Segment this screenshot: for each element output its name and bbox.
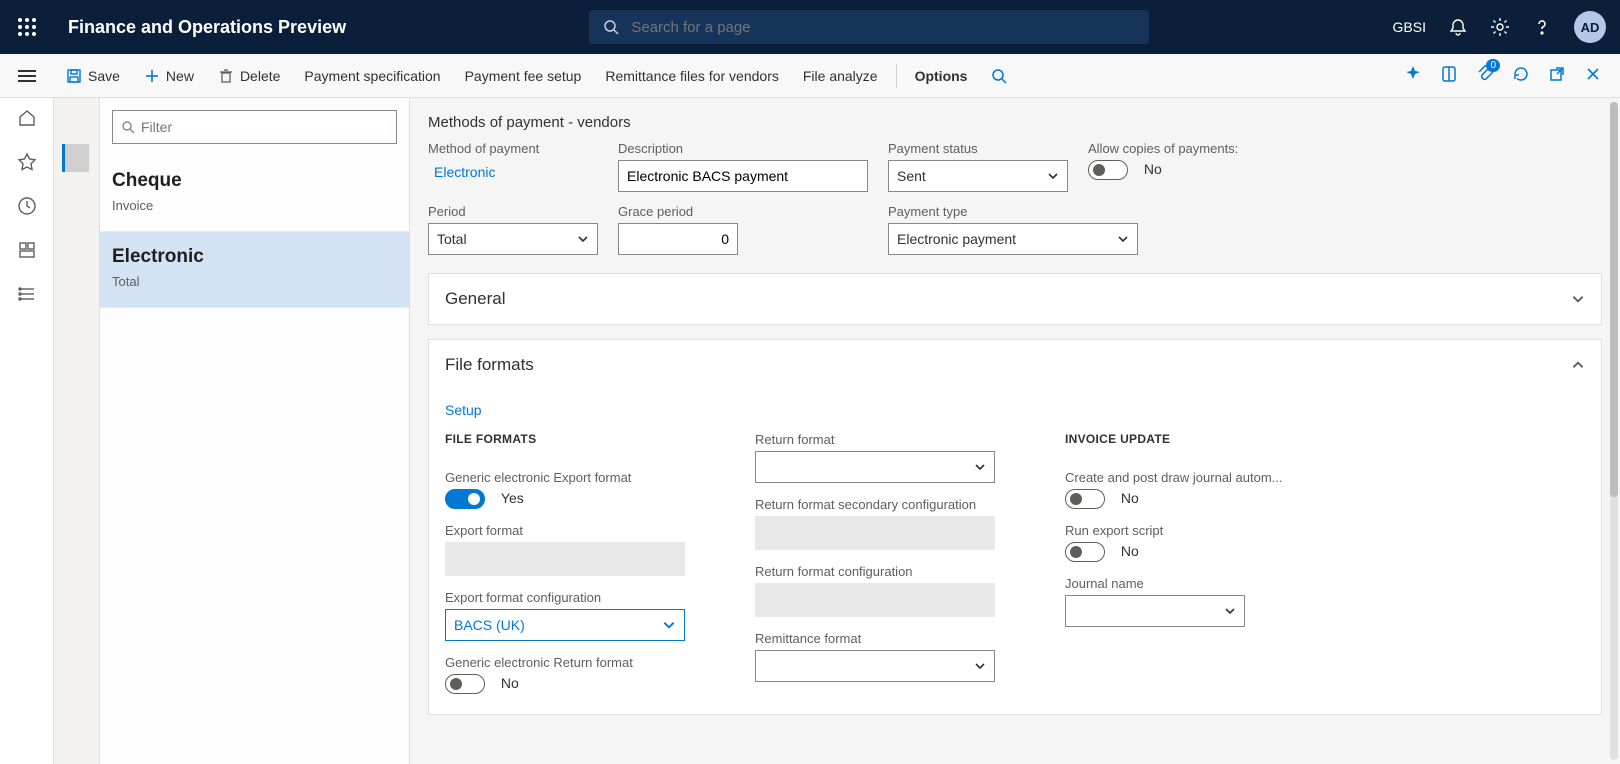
company-picker[interactable]: GBSI bbox=[1393, 19, 1426, 35]
chevron-down-icon bbox=[1571, 292, 1585, 306]
bell-icon[interactable] bbox=[1448, 17, 1468, 37]
journal-name-select[interactable] bbox=[1065, 595, 1245, 627]
toggle-value: No bbox=[501, 675, 519, 691]
copilot-icon[interactable] bbox=[1404, 65, 1422, 86]
list-item-title: Cheque bbox=[112, 170, 397, 192]
remittance-files-button[interactable]: Remittance files for vendors bbox=[593, 54, 791, 97]
file-formats-section-header[interactable]: File formats bbox=[429, 340, 1601, 390]
file-analyze-button[interactable]: File analyze bbox=[791, 54, 890, 97]
field-label: Grace period bbox=[618, 204, 738, 219]
description-input[interactable] bbox=[618, 160, 868, 192]
global-search[interactable] bbox=[589, 10, 1149, 44]
general-section-header[interactable]: General bbox=[429, 274, 1601, 324]
chevron-down-icon bbox=[577, 233, 589, 245]
export-format-config-select[interactable]: BACS (UK) bbox=[445, 609, 685, 641]
field-label: Allow copies of payments: bbox=[1088, 141, 1308, 156]
field-label: Generic electronic Return format bbox=[445, 655, 695, 670]
list-item-title: Electronic bbox=[112, 246, 397, 268]
field-label: Generic electronic Export format bbox=[445, 470, 695, 485]
chevron-down-icon bbox=[1047, 170, 1059, 182]
return-config-input bbox=[755, 583, 995, 617]
section-heading: FILE FORMATS bbox=[445, 432, 695, 446]
chevron-up-icon bbox=[1571, 358, 1585, 372]
list-filter-input[interactable] bbox=[141, 119, 388, 135]
help-icon[interactable] bbox=[1532, 17, 1552, 37]
allow-copies-toggle[interactable] bbox=[1088, 160, 1128, 180]
payment-status-select[interactable]: Sent bbox=[888, 160, 1068, 192]
chevron-down-icon bbox=[662, 618, 676, 632]
export-format-input bbox=[445, 542, 685, 576]
find-button[interactable] bbox=[979, 54, 1019, 97]
save-button[interactable]: Save bbox=[54, 54, 132, 97]
modules-icon[interactable] bbox=[17, 284, 37, 304]
field-label: Period bbox=[428, 204, 598, 219]
field-label: Payment type bbox=[888, 204, 1138, 219]
delete-button[interactable]: Delete bbox=[206, 54, 292, 97]
payment-specification-button[interactable]: Payment specification bbox=[292, 54, 452, 97]
new-button[interactable]: New bbox=[132, 54, 206, 97]
payment-type-select[interactable]: Electronic payment bbox=[888, 223, 1138, 255]
refresh-icon[interactable] bbox=[1512, 65, 1530, 86]
list-item[interactable]: Electronic Total bbox=[100, 232, 409, 308]
remittance-format-select[interactable] bbox=[755, 650, 995, 682]
generic-return-toggle[interactable] bbox=[445, 674, 485, 694]
toggle-value: No bbox=[1121, 543, 1139, 559]
list-item-sub: Invoice bbox=[112, 198, 397, 213]
return-format-select[interactable] bbox=[755, 451, 995, 483]
search-icon bbox=[121, 120, 135, 134]
gear-icon[interactable] bbox=[1490, 17, 1510, 37]
field-label: Return format secondary configuration bbox=[755, 497, 1005, 512]
field-label: Export format configuration bbox=[445, 590, 695, 605]
search-icon bbox=[603, 19, 619, 35]
field-label: Run export script bbox=[1065, 523, 1315, 538]
toggle-value: Yes bbox=[501, 490, 524, 506]
generic-export-toggle[interactable] bbox=[445, 489, 485, 509]
toggle-value: No bbox=[1121, 490, 1139, 506]
field-label: Method of payment bbox=[428, 141, 598, 156]
global-search-input[interactable] bbox=[631, 19, 1135, 36]
field-label: Journal name bbox=[1065, 576, 1315, 591]
chevron-down-icon bbox=[1224, 605, 1236, 617]
home-icon[interactable] bbox=[17, 108, 37, 128]
app-launcher-icon[interactable] bbox=[0, 17, 54, 37]
list-item-sub: Total bbox=[112, 274, 397, 289]
page-title: Methods of payment - vendors bbox=[428, 114, 1602, 131]
field-label: Create and post draw journal autom... bbox=[1065, 470, 1315, 485]
star-icon[interactable] bbox=[17, 152, 37, 172]
scrollbar[interactable] bbox=[1610, 102, 1618, 760]
grace-period-input[interactable] bbox=[618, 223, 738, 255]
recent-icon[interactable] bbox=[17, 196, 37, 216]
workspaces-icon[interactable] bbox=[17, 240, 37, 260]
hamburger-icon[interactable] bbox=[12, 70, 42, 82]
field-label: Return format bbox=[755, 432, 1005, 447]
field-label: Description bbox=[618, 141, 868, 156]
chevron-down-icon bbox=[1117, 233, 1129, 245]
chevron-down-icon bbox=[974, 660, 986, 672]
close-icon[interactable] bbox=[1584, 65, 1602, 86]
field-label: Payment status bbox=[888, 141, 1068, 156]
setup-link[interactable]: Setup bbox=[445, 402, 482, 418]
field-label: Return format configuration bbox=[755, 564, 1005, 579]
field-label: Remittance format bbox=[755, 631, 1005, 646]
list-filter[interactable] bbox=[112, 110, 397, 144]
section-heading: INVOICE UPDATE bbox=[1065, 432, 1315, 446]
payment-fee-setup-button[interactable]: Payment fee setup bbox=[453, 54, 594, 97]
toggle-value: No bbox=[1144, 161, 1162, 177]
field-label: Export format bbox=[445, 523, 695, 538]
period-select[interactable]: Total bbox=[428, 223, 598, 255]
page-options-icon[interactable] bbox=[1440, 65, 1458, 86]
return-secondary-input bbox=[755, 516, 995, 550]
run-export-toggle[interactable] bbox=[1065, 542, 1105, 562]
attachments-icon[interactable]: 0 bbox=[1476, 65, 1494, 86]
method-of-payment-link[interactable]: Electronic bbox=[428, 160, 598, 184]
avatar[interactable]: AD bbox=[1574, 11, 1606, 43]
list-view-icon[interactable] bbox=[62, 144, 89, 172]
list-item[interactable]: Cheque Invoice bbox=[100, 156, 409, 232]
options-button[interactable]: Options bbox=[903, 54, 980, 97]
create-post-toggle[interactable] bbox=[1065, 489, 1105, 509]
chevron-down-icon bbox=[974, 461, 986, 473]
popout-icon[interactable] bbox=[1548, 65, 1566, 86]
app-title: Finance and Operations Preview bbox=[68, 17, 346, 38]
